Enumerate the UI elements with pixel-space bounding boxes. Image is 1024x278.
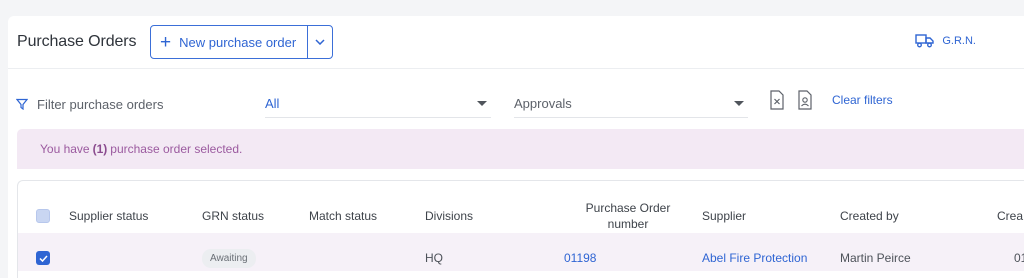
banner-suffix: purchase order selected.	[110, 142, 243, 156]
select-all-checkbox[interactable]	[36, 209, 50, 223]
new-purchase-order-button[interactable]: + New purchase order	[151, 26, 309, 58]
cell-created: 01	[1014, 251, 1024, 265]
purchase-orders-panel: Purchase Orders + New purchase order G.R…	[8, 16, 1024, 278]
grn-status-badge: Awaiting	[202, 248, 256, 268]
chevron-down-icon	[315, 39, 325, 45]
column-header-divisions[interactable]: Divisions	[425, 191, 473, 241]
column-header-supplier[interactable]: Supplier	[702, 191, 746, 241]
column-header-po-number[interactable]: Purchase Order number	[573, 191, 683, 241]
check-icon	[38, 254, 48, 262]
user-document-icon[interactable]	[797, 90, 813, 110]
row-checkbox[interactable]	[36, 251, 50, 265]
filter-bar: Filter purchase orders All Approvals Cle…	[8, 80, 1024, 120]
plus-icon: +	[160, 31, 172, 53]
column-header-match-status[interactable]: Match status	[309, 191, 377, 241]
new-purchase-order-label: New purchase order	[179, 34, 297, 50]
caret-down-icon	[477, 101, 487, 106]
banner-prefix: You have	[40, 142, 90, 156]
po-number-link[interactable]: 01198	[564, 244, 596, 272]
new-purchase-order-split-button: + New purchase order	[150, 25, 334, 59]
grn-button[interactable]: G.R.N.	[915, 34, 976, 48]
cell-division: HQ	[425, 251, 443, 265]
page-title: Purchase Orders	[17, 33, 137, 50]
new-order-options-button[interactable]	[308, 26, 332, 58]
banner-count: (1)	[92, 142, 108, 156]
filter-icon	[16, 98, 28, 110]
approvals-select[interactable]: Approvals	[514, 90, 748, 118]
column-header-created-by[interactable]: Created by	[840, 191, 899, 241]
filter-purchase-orders-input[interactable]: Filter purchase orders	[16, 90, 252, 118]
page-header: Purchase Orders + New purchase order G.R…	[8, 16, 1024, 69]
column-header-grn-status[interactable]: GRN status	[202, 191, 264, 241]
row-checkbox-cell	[36, 244, 50, 272]
select-all-checkbox-cell	[36, 191, 50, 241]
status-select[interactable]: All	[265, 90, 491, 118]
column-header-supplier-status[interactable]: Supplier status	[69, 191, 148, 241]
approvals-select-value: Approvals	[514, 96, 572, 111]
supplier-link[interactable]: Abel Fire Protection	[702, 244, 807, 272]
truck-icon	[915, 34, 935, 48]
cell-created-by: Martin Peirce	[840, 251, 911, 265]
purchase-orders-table: Supplier status GRN status Match status …	[17, 180, 1024, 278]
status-select-value: All	[265, 96, 280, 111]
cell-grn-status: Awaiting	[202, 244, 256, 272]
clear-filters-link[interactable]: Clear filters	[832, 93, 893, 107]
grn-label: G.R.N.	[942, 35, 976, 47]
excel-export-icon[interactable]	[769, 90, 785, 110]
column-header-created[interactable]: Crea	[997, 191, 1023, 241]
filter-placeholder: Filter purchase orders	[37, 96, 164, 112]
selection-banner: You have (1) purchase order selected.	[17, 129, 1024, 169]
caret-down-icon	[734, 101, 744, 106]
